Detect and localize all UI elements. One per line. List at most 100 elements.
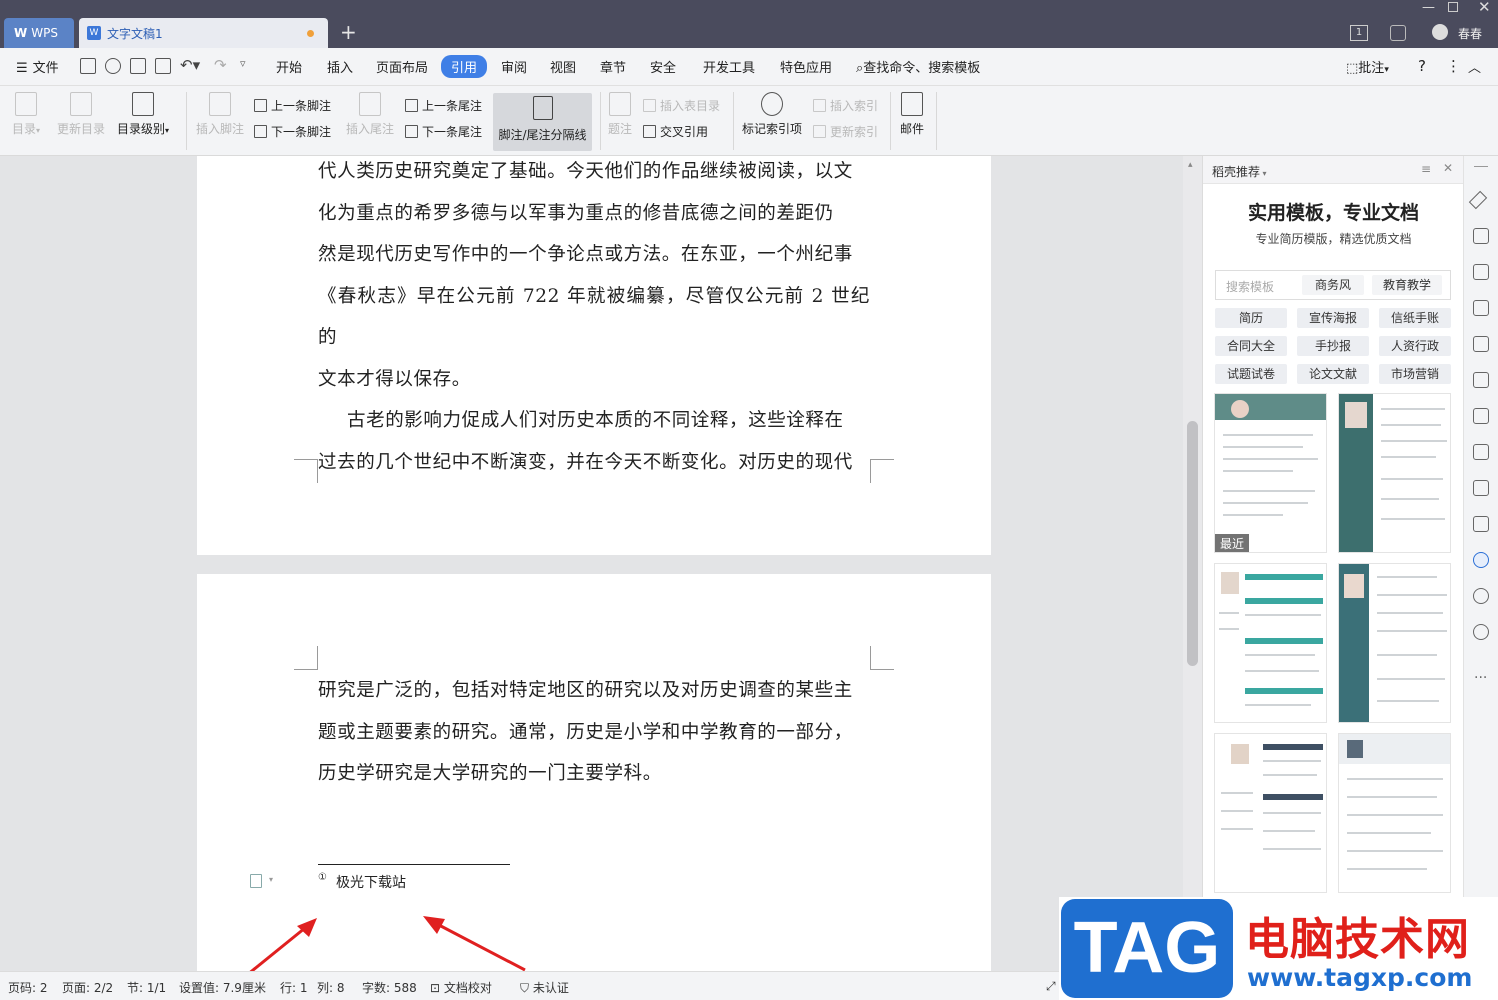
certification-status[interactable]: ⛉ 未认证	[520, 979, 569, 996]
print-icon[interactable]	[130, 58, 146, 74]
proofread-button[interactable]: ⊡ 文档校对	[430, 979, 492, 996]
status-section[interactable]: 节: 1/1	[127, 979, 166, 996]
status-word-count[interactable]: 字数: 588	[362, 979, 417, 996]
template-thumbnail[interactable]: 最近	[1214, 393, 1327, 553]
more-icon[interactable]: ⋮	[1446, 57, 1461, 75]
wps-home-tab[interactable]: W WPS	[4, 18, 74, 48]
category-chip[interactable]: 论文文献	[1297, 364, 1369, 384]
search-tag[interactable]: 教育教学	[1372, 275, 1442, 295]
status-pages[interactable]: 页面: 2/2	[62, 979, 113, 996]
image-edit-icon[interactable]	[1473, 408, 1489, 424]
search-tag[interactable]: 商务风	[1302, 275, 1364, 295]
style-icon[interactable]	[1473, 300, 1489, 316]
template-thumbnail[interactable]	[1214, 733, 1327, 893]
save-icon[interactable]	[80, 58, 96, 74]
skin-icon[interactable]	[1390, 25, 1406, 41]
command-search[interactable]: ⌕查找命令、搜索模板	[856, 57, 980, 76]
prev-footnote-button[interactable]: 上一条脚注	[254, 97, 331, 114]
category-chip[interactable]: 合同大全	[1215, 336, 1287, 356]
category-chip[interactable]: 试题试卷	[1215, 364, 1287, 384]
update-index-button[interactable]: 更新索引	[813, 123, 878, 140]
tab-home[interactable]: 开始	[276, 57, 302, 76]
insert-table-toc-button[interactable]: 插入表目录	[643, 97, 720, 114]
translate-icon[interactable]	[1473, 444, 1489, 460]
shapes-icon[interactable]	[1473, 264, 1489, 280]
scroll-up-icon[interactable]: ▴	[1188, 160, 1193, 170]
docer-recommend-icon[interactable]	[1473, 552, 1489, 568]
new-tab-button[interactable]: +	[340, 20, 357, 44]
toc-level-button[interactable]: 目录级别▾	[117, 92, 169, 137]
next-footnote-button[interactable]: 下一条脚注	[254, 123, 331, 140]
insert-endnote-button[interactable]: 插入尾注	[346, 92, 394, 137]
close-icon[interactable]: ✕	[1478, 0, 1491, 16]
status-page-number[interactable]: 页码: 2	[8, 979, 48, 996]
tab-references[interactable]: 引用	[441, 55, 488, 78]
history-icon[interactable]	[1473, 588, 1489, 604]
category-chip[interactable]: 市场营销	[1379, 364, 1451, 384]
status-row[interactable]: 行: 1	[280, 979, 308, 996]
panel-menu-icon[interactable]: ≡	[1421, 162, 1431, 176]
insert-footnote-button[interactable]: 插入脚注	[196, 92, 244, 137]
tab-security[interactable]: 安全	[650, 57, 676, 76]
page-1[interactable]: 代人类历史研究奠定了基础。今天他们的作品继续被阅读，以文 化为重点的希罗多德与以…	[197, 156, 991, 555]
comment-button[interactable]: ⬚批注▾	[1346, 57, 1389, 76]
tab-review[interactable]: 审阅	[501, 57, 527, 76]
tab-developer[interactable]: 开发工具	[703, 57, 755, 76]
tab-insert[interactable]: 插入	[327, 57, 353, 76]
preview-icon[interactable]	[155, 58, 171, 74]
pen-icon[interactable]	[1468, 190, 1488, 210]
template-thumbnail[interactable]	[1338, 393, 1451, 553]
category-chip[interactable]: 宣传海报	[1297, 308, 1369, 328]
settings-sliders-icon[interactable]	[1473, 372, 1489, 388]
tab-page-layout[interactable]: 页面布局	[376, 57, 428, 76]
template-thumbnail[interactable]	[1338, 563, 1451, 723]
document-tab[interactable]: W 文字文稿1	[79, 18, 328, 48]
page-1-text[interactable]: 代人类历史研究奠定了基础。今天他们的作品继续被阅读，以文 化为重点的希罗多德与以…	[318, 156, 870, 483]
template-thumbnail[interactable]	[1214, 563, 1327, 723]
table-icon[interactable]	[1473, 336, 1489, 352]
template-search-input[interactable]: 搜索模板 商务风 教育教学	[1215, 270, 1451, 300]
tab-features[interactable]: 特色应用	[780, 57, 832, 76]
tab-view[interactable]: 视图	[550, 57, 576, 76]
next-endnote-button[interactable]: 下一条尾注	[405, 123, 482, 140]
page-badge[interactable]: 1	[1350, 25, 1368, 41]
user-name[interactable]: 春春	[1458, 25, 1482, 42]
scrollbar-thumb[interactable]	[1187, 421, 1198, 666]
status-column[interactable]: 列: 8	[317, 979, 345, 996]
location-icon[interactable]	[1473, 624, 1489, 640]
file-menu[interactable]: ☰ 文件	[16, 57, 59, 76]
category-chip[interactable]: 简历	[1215, 308, 1287, 328]
panel-close-icon[interactable]: ✕	[1443, 161, 1453, 175]
avatar[interactable]	[1432, 24, 1448, 40]
caption-button[interactable]: 题注	[608, 92, 632, 137]
export-icon[interactable]	[105, 58, 121, 74]
page-2[interactable]: 研究是广泛的，包括对特定地区的研究以及对历史调查的某些主 题或主题要素的研究。通…	[197, 574, 991, 971]
minimize-icon[interactable]: —	[1422, 0, 1435, 15]
maximize-icon[interactable]	[1448, 2, 1458, 12]
insert-index-button[interactable]: 插入索引	[813, 97, 878, 114]
page-2-text[interactable]: 研究是广泛的，包括对特定地区的研究以及对历史调查的某些主 题或主题要素的研究。通…	[318, 670, 870, 795]
tab-chapter[interactable]: 章节	[600, 57, 626, 76]
category-chip[interactable]: 信纸手账	[1379, 308, 1451, 328]
mark-index-button[interactable]: 标记索引项	[742, 92, 802, 137]
cross-reference-button[interactable]: 交叉引用	[643, 123, 708, 140]
picture-icon[interactable]	[1473, 516, 1489, 532]
fullscreen-icon[interactable]: ⤢	[1046, 979, 1056, 994]
prev-endnote-button[interactable]: 上一条尾注	[405, 97, 482, 114]
collapse-ribbon-icon[interactable]: ︿	[1468, 57, 1481, 76]
redo-icon[interactable]: ↷	[214, 56, 227, 74]
archive-icon[interactable]	[1473, 480, 1489, 496]
quick-access-more-icon[interactable]: ▿	[240, 57, 246, 70]
template-thumbnail[interactable]	[1338, 733, 1451, 893]
update-toc-button[interactable]: 更新目录	[57, 92, 105, 137]
category-chip[interactable]: 手抄报	[1297, 336, 1369, 356]
vertical-scrollbar[interactable]: ▴	[1183, 156, 1202, 971]
status-setting[interactable]: 设置值: 7.9厘米	[179, 979, 266, 996]
more-tools-icon[interactable]: ···	[1474, 670, 1487, 686]
toc-button[interactable]: 目录▾	[12, 92, 40, 137]
document-area[interactable]: 代人类历史研究奠定了基础。今天他们的作品继续被阅读，以文 化为重点的希罗多德与以…	[0, 156, 1183, 971]
pointer-icon[interactable]	[1473, 228, 1489, 244]
footnote-separator-button[interactable]: 脚注/尾注分隔线	[493, 93, 592, 151]
panel-header-label[interactable]: 稻壳推荐	[1212, 165, 1260, 179]
help-icon[interactable]: ?	[1418, 57, 1426, 75]
